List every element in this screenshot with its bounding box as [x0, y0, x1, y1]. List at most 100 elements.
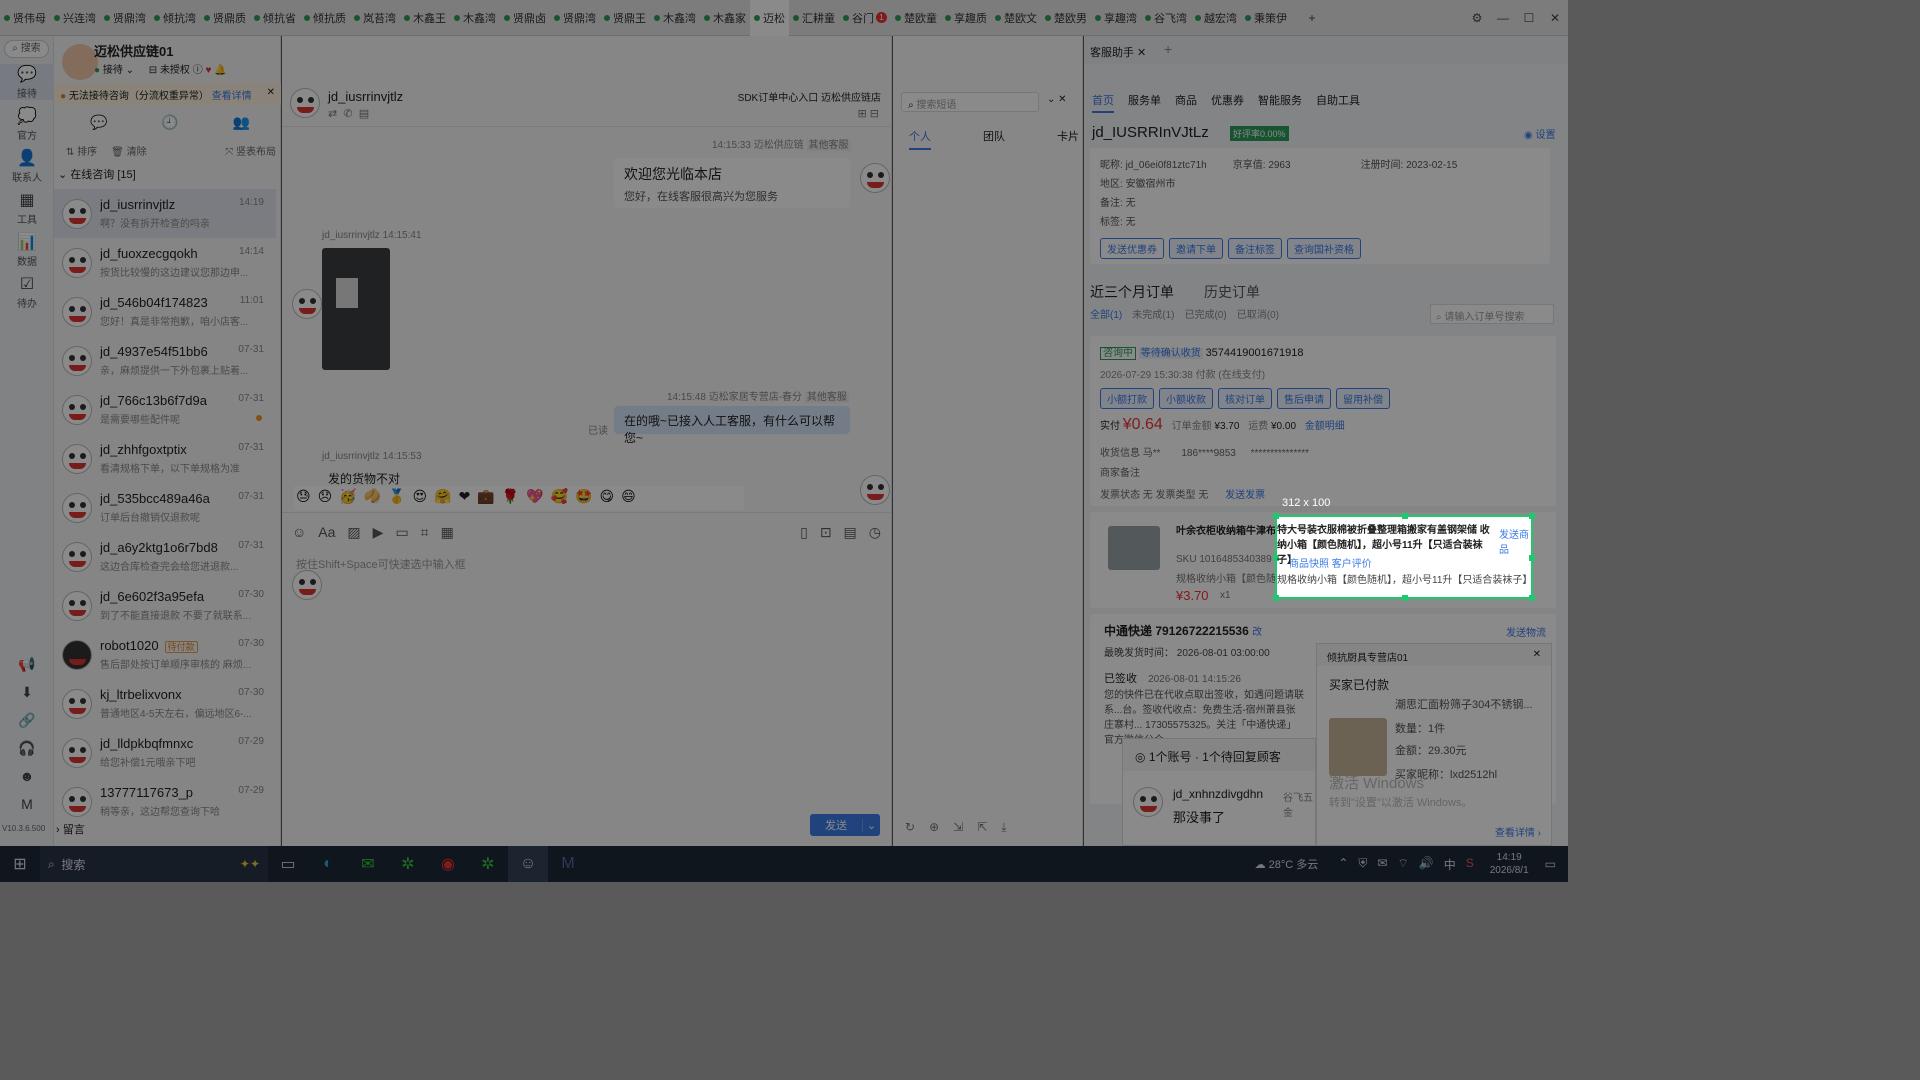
toast-close-icon[interactable]: ✕ [1533, 649, 1541, 660]
assistant-nav-item[interactable]: 商品 [1175, 92, 1197, 113]
order-filter[interactable]: 已取消(0) [1237, 306, 1279, 321]
customer-action-button[interactable]: 备注标签 [1228, 238, 1282, 259]
emoji-option[interactable]: 🥇 [388, 488, 405, 508]
folder-icon[interactable]: ▭ [395, 524, 408, 541]
quick-search-input[interactable]: ⌕ 搜索短语 [901, 92, 1039, 112]
shop-tab[interactable]: 汇耕童 [789, 0, 839, 36]
shop-tab[interactable]: 贤鼎卤 [500, 0, 550, 36]
quick-tab-team[interactable]: 团队 [983, 128, 1005, 150]
conversation-item[interactable]: kj_ltrbelixvonx 普通地区4-5天左右，偏远地区6-... 07-30 [54, 679, 276, 728]
font-icon[interactable]: Aa [318, 524, 335, 541]
rail-item[interactable]: 💭 官方 [0, 106, 54, 142]
rail-tool-icon[interactable]: ⬇ [0, 684, 54, 712]
emoji-option[interactable]: 😍 [413, 488, 428, 508]
online-group-header[interactable]: ⌄ 在线咨询 [15] [58, 166, 136, 182]
app-icon-1[interactable]: ✲ [388, 846, 428, 882]
task-view-icon[interactable]: ▭ [268, 846, 308, 882]
rail-tool-icon[interactable]: ☻ [0, 768, 54, 796]
customer-action-button[interactable]: 邀请下单 [1169, 238, 1223, 259]
sort-button[interactable]: ⇅ 排序 [66, 143, 97, 158]
shop-tab[interactable]: 木鑫家 [700, 0, 750, 36]
rail-item[interactable]: ▦ 工具 [0, 190, 54, 226]
table-icon[interactable]: ▦ [441, 524, 454, 541]
send-button[interactable]: 发送 ⌄ [810, 814, 880, 836]
shop-tab[interactable]: 岚苔湾 [350, 0, 400, 36]
message-group-header[interactable]: › 留言 [56, 821, 85, 837]
assistant-nav-item[interactable]: 智能服务 [1258, 92, 1302, 113]
shop-tab[interactable]: 贤鼎湾 [100, 0, 150, 36]
selection-send-product[interactable]: 发送商品 [1499, 526, 1531, 556]
bell-icon[interactable]: 🔔 [214, 65, 226, 76]
conversation-item[interactable]: robot1020 待付款 售后部处按订单顺序审核的 麻烦... 07-30 [54, 630, 276, 679]
shop-tab[interactable]: 木鑫王 [400, 0, 450, 36]
weather-widget[interactable]: ☁ 28°C 多云 [1255, 856, 1319, 872]
tray-expand-icon[interactable]: ⌃ [1338, 856, 1348, 873]
camera-icon[interactable]: ⊡ [820, 524, 832, 541]
close-button[interactable]: ✕ [1542, 11, 1568, 25]
resize-handle-sw[interactable] [1273, 595, 1279, 601]
shop-tab[interactable]: 享趣湾 [1091, 0, 1141, 36]
merchant-note[interactable]: 商家备注 [1100, 464, 1140, 479]
rail-item[interactable]: 👤 联系人 [0, 148, 54, 184]
rail-search-button[interactable]: ⌕ 搜索 [4, 40, 49, 58]
order-action-button[interactable]: 小额打款 [1100, 388, 1154, 409]
quick-tab-card[interactable]: 卡片 [1057, 128, 1079, 150]
conversation-item[interactable]: jd_535bcc489a46a 订单后台撤销仅退款呢 07-31 [54, 483, 276, 532]
emoji-option[interactable]: 🥰 [551, 488, 568, 508]
shop-tab[interactable]: 木鑫湾 [650, 0, 700, 36]
customer-action-button[interactable]: 查询国补资格 [1287, 238, 1361, 259]
refresh-icon[interactable]: ↻ [905, 820, 915, 835]
rail-item[interactable]: 💬 接待 [0, 64, 54, 100]
order-filter[interactable]: 已完成(0) [1184, 306, 1226, 321]
order-icon[interactable]: ▯ [800, 524, 808, 541]
toast-detail-link[interactable]: 查看详情 › [1495, 824, 1541, 839]
quick-tab-personal[interactable]: 个人 [909, 128, 931, 150]
quick-collapse-icon[interactable]: ⌄ ✕ [1047, 94, 1067, 105]
image-icon[interactable]: ▨ [347, 524, 360, 541]
shop-tab[interactable]: 谷飞湾 [1141, 0, 1191, 36]
shop-tab[interactable]: 迈松 [750, 0, 789, 36]
taskbar-search[interactable]: ⌕ 搜索 ✦✦ [40, 846, 268, 882]
auth-status[interactable]: 未授权 [160, 65, 190, 76]
emoji-option[interactable]: 🌹 [502, 488, 519, 508]
emoji-option[interactable]: 🤗 [434, 488, 451, 508]
assistant-add-tab[interactable]: + [1164, 41, 1172, 57]
rail-tool-icon[interactable]: 🎧 [0, 740, 54, 768]
shop-tab[interactable]: 倾抗省 [250, 0, 300, 36]
emoji-option[interactable]: ❤ [459, 488, 471, 508]
add-tab-button[interactable]: + [1299, 11, 1325, 25]
resize-handle-ne[interactable] [1529, 513, 1535, 519]
assistant-nav-item[interactable]: 自助工具 [1316, 92, 1360, 113]
note-icon[interactable]: ⊞ [858, 108, 867, 120]
resize-handle-s[interactable] [1402, 595, 1408, 601]
rail-item[interactable]: ☑ 待办 [0, 274, 54, 310]
warning-close-icon[interactable]: ✕ [267, 87, 275, 98]
conversation-item[interactable]: jd_fuoxzecgqokh 按货比较慢的这边建议您那边申... 14:14 [54, 238, 276, 287]
resize-handle-se[interactable] [1529, 595, 1535, 601]
order-filter[interactable]: 全部(1) [1090, 306, 1122, 321]
shop-tab[interactable]: 倾抗湾 [150, 0, 200, 36]
shop-tab[interactable]: 谷门 1 [839, 0, 891, 36]
shop-tab[interactable]: 贤鼎王 [600, 0, 650, 36]
import-icon[interactable]: ⇲ [953, 820, 963, 835]
video-icon[interactable]: ▶ [373, 524, 384, 541]
send-invoice-link[interactable]: 发送发票 [1225, 490, 1265, 501]
export-icon[interactable]: ⇱ [977, 820, 987, 835]
send-logistics-link[interactable]: 发送物流 [1506, 624, 1546, 639]
m-app-icon[interactable]: M [548, 846, 588, 882]
taskbar-clock[interactable]: 14:19 2026/8/1 [1490, 851, 1529, 877]
resize-handle-nw[interactable] [1273, 513, 1279, 519]
order-search-input[interactable]: ⌕ 请输入订单号搜索 [1430, 304, 1554, 324]
tray-lang[interactable]: 中 [1444, 856, 1456, 873]
message-input[interactable]: 按住Shift+Space可快速选中输入框 [296, 556, 466, 572]
conversation-item[interactable]: jd_iusrrinvjtlz 啊？没有拆开检查的吗亲 14:19 [54, 189, 276, 238]
chat-view-icon[interactable]: 💬 [90, 114, 107, 131]
emoji-option[interactable]: 😓 [296, 488, 311, 508]
order-tab-history[interactable]: 历史订单 [1204, 282, 1260, 302]
order-action-button[interactable]: 售后申请 [1277, 388, 1331, 409]
tray-shield-icon[interactable]: ⛨ [1358, 856, 1367, 873]
assistant-nav-item[interactable]: 优惠券 [1211, 92, 1244, 113]
conversation-item[interactable]: jd_6e602f3a95efa 到了不能直接退款 不要了就联系... 07-30 [54, 581, 276, 630]
conversation-item[interactable]: jd_lldpkbqfmnxc 给您补偿1元哦亲下吧 07-29 [54, 728, 276, 777]
conversation-item[interactable]: jd_4937e54f51bb6 亲，麻烦提供一下外包裹上贴着... 07-31 [54, 336, 276, 385]
